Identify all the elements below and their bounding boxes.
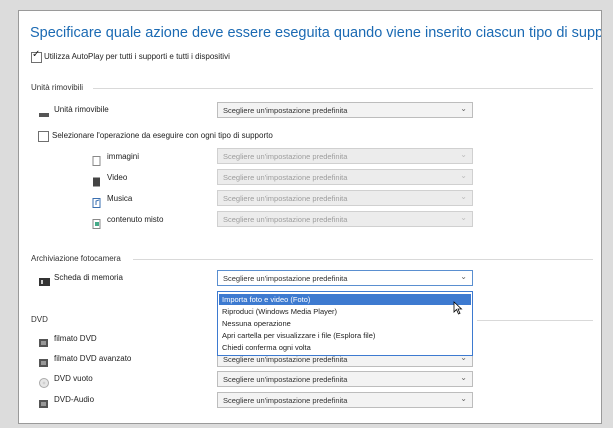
media-select-mixed[interactable]: Scegliere un'impostazione predefinita ⌄	[217, 211, 473, 227]
autoplay-checkbox[interactable]	[31, 49, 42, 63]
memory-card-select[interactable]: Scegliere un'impostazione predefinita ⌄	[217, 270, 473, 286]
removable-drive-select[interactable]: Scegliere un'impostazione predefinita ⌄	[217, 102, 473, 118]
dvd-audio-icon	[39, 396, 49, 408]
chevron-down-icon: ⌄	[460, 150, 467, 159]
memory-card-value: Scegliere un'impostazione predefinita	[223, 274, 348, 283]
autoplay-label: Utilizza AutoPlay per tutti i supporti e…	[44, 52, 230, 61]
section-camera: Archiviazione fotocamera	[31, 254, 121, 263]
section-divider	[93, 88, 593, 89]
media-value: Scegliere un'impostazione predefinita	[223, 152, 348, 161]
removable-drive-icon	[39, 106, 49, 117]
dropdown-option-ask[interactable]: Chiedi conferma ogni volta	[219, 342, 471, 353]
dropdown-option-play[interactable]: Riproduci (Windows Media Player)	[219, 306, 471, 317]
image-file-icon	[92, 153, 102, 166]
removable-drive-value: Scegliere un'impostazione predefinita	[223, 106, 348, 115]
media-select-images[interactable]: Scegliere un'impostazione predefinita ⌄	[217, 148, 473, 164]
media-value: Scegliere un'impostazione predefinita	[223, 215, 348, 224]
mixed-content-icon	[92, 216, 102, 229]
chevron-down-icon: ⌄	[460, 373, 467, 382]
memory-card-label: Scheda di memoria	[54, 273, 123, 282]
music-file-icon	[92, 195, 102, 208]
media-value: Scegliere un'impostazione predefinita	[223, 194, 348, 203]
section-divider	[133, 259, 593, 260]
chevron-down-icon: ⌄	[460, 171, 467, 180]
blank-dvd-icon	[39, 375, 49, 388]
chevron-down-icon: ⌄	[460, 394, 467, 403]
dvd-enhanced-icon	[39, 355, 49, 367]
memory-card-icon	[39, 274, 50, 286]
dvd-value: Scegliere un'impostazione predefinita	[223, 396, 348, 405]
media-select-music[interactable]: Scegliere un'impostazione predefinita ⌄	[217, 190, 473, 206]
chevron-down-icon: ⌄	[460, 104, 467, 113]
dvd-select-audio[interactable]: Scegliere un'impostazione predefinita ⌄	[217, 392, 473, 408]
dvd-movie-icon	[39, 335, 49, 347]
dvd-label-enhanced: filmato DVD avanzato	[54, 354, 132, 363]
media-label-mixed: contenuto misto	[107, 215, 164, 224]
section-divider	[477, 320, 593, 321]
dropdown-option-none[interactable]: Nessuna operazione	[219, 318, 471, 329]
media-value: Scegliere un'impostazione predefinita	[223, 173, 348, 182]
video-file-icon	[92, 174, 102, 187]
dvd-label-audio: DVD-Audio	[54, 395, 95, 404]
mouse-cursor-icon	[453, 301, 463, 320]
chevron-down-icon: ⌄	[460, 272, 467, 281]
section-dvd: DVD	[31, 315, 48, 324]
chevron-down-icon: ⌄	[460, 192, 467, 201]
chevron-down-icon: ⌄	[460, 213, 467, 222]
memory-card-dropdown-list: Importa foto e video (Foto) Riproduci (W…	[217, 291, 473, 356]
dvd-value: Scegliere un'impostazione predefinita	[223, 375, 348, 384]
dropdown-option-open-folder[interactable]: Apri cartella per visualizzare i file (E…	[219, 330, 471, 341]
media-label-music: Musica	[107, 194, 133, 203]
removable-drive-label: Unità rimovibile	[54, 105, 109, 114]
media-label-images: immagini	[107, 152, 140, 161]
autoplay-window: Specificare quale azione deve essere ese…	[18, 10, 602, 424]
per-type-checkbox[interactable]	[38, 131, 49, 142]
media-label-video: Video	[107, 173, 128, 182]
section-removable: Unità rimovibili	[31, 83, 84, 92]
dvd-label-movie: filmato DVD	[54, 334, 97, 343]
per-type-label: Selezionare l'operazione da eseguire con…	[52, 131, 273, 140]
dropdown-option-import[interactable]: Importa foto e video (Foto)	[219, 294, 471, 305]
page-title: Specificare quale azione deve essere ese…	[30, 25, 602, 41]
dvd-label-blank: DVD vuoto	[54, 374, 93, 383]
dvd-select-blank[interactable]: Scegliere un'impostazione predefinita ⌄	[217, 371, 473, 387]
media-select-video[interactable]: Scegliere un'impostazione predefinita ⌄	[217, 169, 473, 185]
dvd-value: Scegliere un'impostazione predefinita	[223, 355, 348, 364]
